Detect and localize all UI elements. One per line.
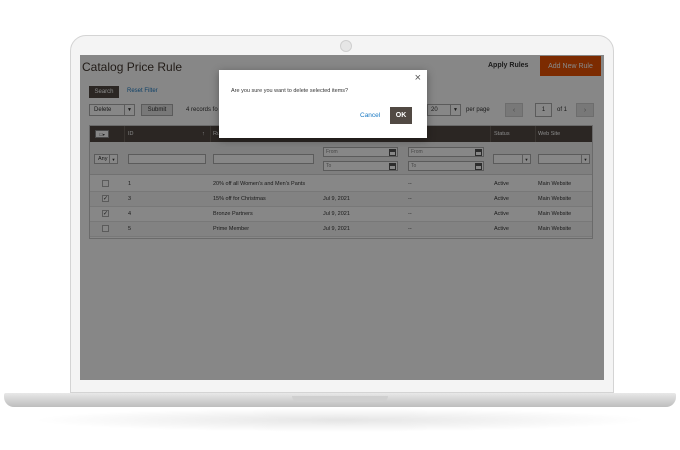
row-end-date: --: [408, 181, 412, 187]
records-found: 4 records fo: [186, 107, 218, 113]
dialog-message: Are you sure you want to delete selected…: [231, 88, 349, 94]
table-row[interactable]: 5 Prime Member Jul 9, 2021 -- Active Mai…: [90, 222, 592, 237]
start-from-input[interactable]: From: [323, 147, 398, 157]
calendar-icon[interactable]: [389, 149, 396, 156]
apply-rules-button[interactable]: Apply Rules: [488, 62, 528, 69]
mass-filter-value: Any: [98, 156, 108, 162]
camera-dot: [340, 40, 352, 52]
row-website: Main Website: [538, 211, 572, 217]
filter-row: Any ▼ From To From To ▼ ▼: [90, 142, 592, 175]
calendar-icon[interactable]: [475, 149, 482, 156]
mass-action-value: Delete: [94, 107, 112, 113]
row-rule-name: Bronze Partners: [213, 211, 253, 217]
row-status: Active: [494, 196, 509, 202]
column-header-status[interactable]: Status: [494, 131, 510, 137]
laptop-notch: [292, 396, 388, 402]
page-count: of 1: [557, 107, 568, 113]
column-divider: [124, 126, 125, 142]
row-rule-name: 15% off for Christmas: [213, 196, 266, 202]
sort-arrow-icon: ↑: [202, 131, 205, 137]
reset-filter-link[interactable]: Reset Filter: [127, 88, 158, 94]
end-to-placeholder: To: [411, 163, 417, 169]
status-filter-select[interactable]: ▼: [493, 154, 531, 164]
laptop-shadow: [30, 408, 650, 432]
ok-button[interactable]: OK: [390, 107, 412, 124]
row-start-date: Jul 9, 2021: [323, 211, 350, 217]
chevron-down-icon: ▼: [522, 155, 530, 163]
row-status: Active: [494, 181, 509, 187]
table-row[interactable]: ✓ 3 15% off for Christmas Jul 9, 2021 --…: [90, 192, 592, 207]
row-id: 5: [128, 226, 132, 232]
mass-action-select[interactable]: Delete ▼: [89, 104, 135, 116]
row-end-date: --: [408, 196, 412, 202]
per-page-select[interactable]: 20 ▼: [427, 104, 461, 116]
row-status: Active: [494, 226, 509, 232]
column-divider: [535, 126, 536, 142]
table-row[interactable]: ✓ 4 Bronze Partners Jul 9, 2021 -- Activ…: [90, 207, 592, 222]
row-end-date: --: [408, 211, 412, 217]
row-id: 3: [128, 196, 132, 202]
per-page-value: 20: [431, 107, 438, 113]
calendar-icon[interactable]: [475, 163, 482, 170]
submit-button[interactable]: Submit: [141, 104, 173, 116]
calendar-icon[interactable]: [389, 163, 396, 170]
add-new-rule-button[interactable]: Add New Rule: [540, 56, 601, 76]
search-button[interactable]: Search: [89, 86, 119, 98]
end-to-input[interactable]: To: [408, 161, 484, 171]
row-checkbox[interactable]: [102, 225, 109, 232]
row-start-date: Jul 9, 2021: [323, 196, 350, 202]
chevron-down-icon: ▼: [124, 105, 134, 115]
row-website: Main Website: [538, 181, 572, 187]
rules-grid: ☐▾ ID ↑ Ru Status Web Site Any ▼ From To: [89, 125, 593, 239]
confirm-delete-dialog: × Are you sure you want to delete select…: [219, 70, 427, 138]
table-row[interactable]: 1 20% off all Women's and Men's Pants --…: [90, 177, 592, 192]
row-start-date: Jul 9, 2021: [323, 226, 350, 232]
row-website: Main Website: [538, 196, 572, 202]
previous-page-button[interactable]: ‹: [505, 103, 523, 117]
row-rule-name: 20% off all Women's and Men's Pants: [213, 181, 306, 187]
row-id: 1: [128, 181, 132, 187]
next-page-button[interactable]: ›: [576, 103, 594, 117]
chevron-down-icon: ▼: [581, 155, 589, 163]
row-end-date: --: [408, 226, 412, 232]
chevron-down-icon: ▼: [450, 105, 460, 115]
column-header-id[interactable]: ID: [128, 131, 134, 137]
close-icon[interactable]: ×: [415, 72, 421, 84]
per-page-label: per page: [466, 107, 490, 113]
column-divider: [490, 126, 491, 142]
id-filter-input[interactable]: [128, 154, 206, 164]
row-checkbox[interactable]: [102, 180, 109, 187]
mass-select-checkbox[interactable]: ☐▾: [95, 130, 109, 138]
column-header-website[interactable]: Web Site: [538, 131, 560, 137]
row-rule-name: Prime Member: [213, 226, 250, 232]
page-title: Catalog Price Rule: [82, 60, 183, 74]
end-from-input[interactable]: From: [408, 147, 484, 157]
row-website: Main Website: [538, 226, 572, 232]
cancel-button[interactable]: Cancel: [360, 112, 380, 119]
row-status: Active: [494, 211, 509, 217]
start-to-placeholder: To: [326, 163, 332, 169]
rule-filter-input[interactable]: [213, 154, 314, 164]
start-from-placeholder: From: [326, 149, 338, 155]
start-to-input[interactable]: To: [323, 161, 398, 171]
end-from-placeholder: From: [411, 149, 423, 155]
website-filter-select[interactable]: ▼: [538, 154, 590, 164]
page-number-input[interactable]: 1: [535, 103, 552, 117]
column-divider: [210, 126, 211, 142]
row-checkbox[interactable]: ✓: [102, 210, 109, 217]
chevron-down-icon: ▼: [109, 155, 117, 163]
row-id: 4: [128, 211, 132, 217]
mass-filter-select[interactable]: Any ▼: [94, 154, 118, 164]
row-checkbox[interactable]: ✓: [102, 195, 109, 202]
